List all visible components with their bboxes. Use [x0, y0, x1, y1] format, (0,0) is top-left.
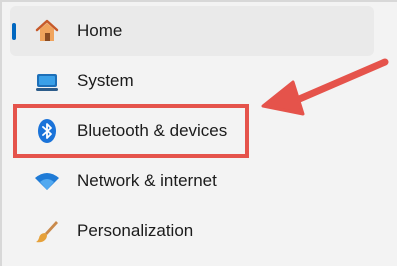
sidebar-item-system[interactable]: System [10, 56, 374, 106]
home-icon [32, 16, 62, 46]
sidebar-item-personalization[interactable]: Personalization [10, 206, 374, 256]
settings-sidebar: Home System Bluetooth & devices Network … [0, 0, 397, 266]
sidebar-item-home[interactable]: Home [10, 6, 374, 56]
wifi-icon [32, 166, 62, 196]
brush-icon [32, 216, 62, 246]
sidebar-item-label: System [77, 71, 134, 90]
bluetooth-icon [32, 116, 62, 146]
sidebar-nav: Home System Bluetooth & devices Network … [10, 6, 374, 256]
sidebar-item-network-internet[interactable]: Network & internet [10, 156, 374, 206]
sidebar-item-bluetooth-devices[interactable]: Bluetooth & devices [10, 106, 374, 156]
sidebar-item-label: Network & internet [77, 171, 217, 190]
system-display-icon [32, 66, 62, 96]
sidebar-item-label: Personalization [77, 221, 194, 240]
sidebar-item-label: Bluetooth & devices [77, 121, 228, 140]
sidebar-item-label: Home [77, 21, 123, 40]
